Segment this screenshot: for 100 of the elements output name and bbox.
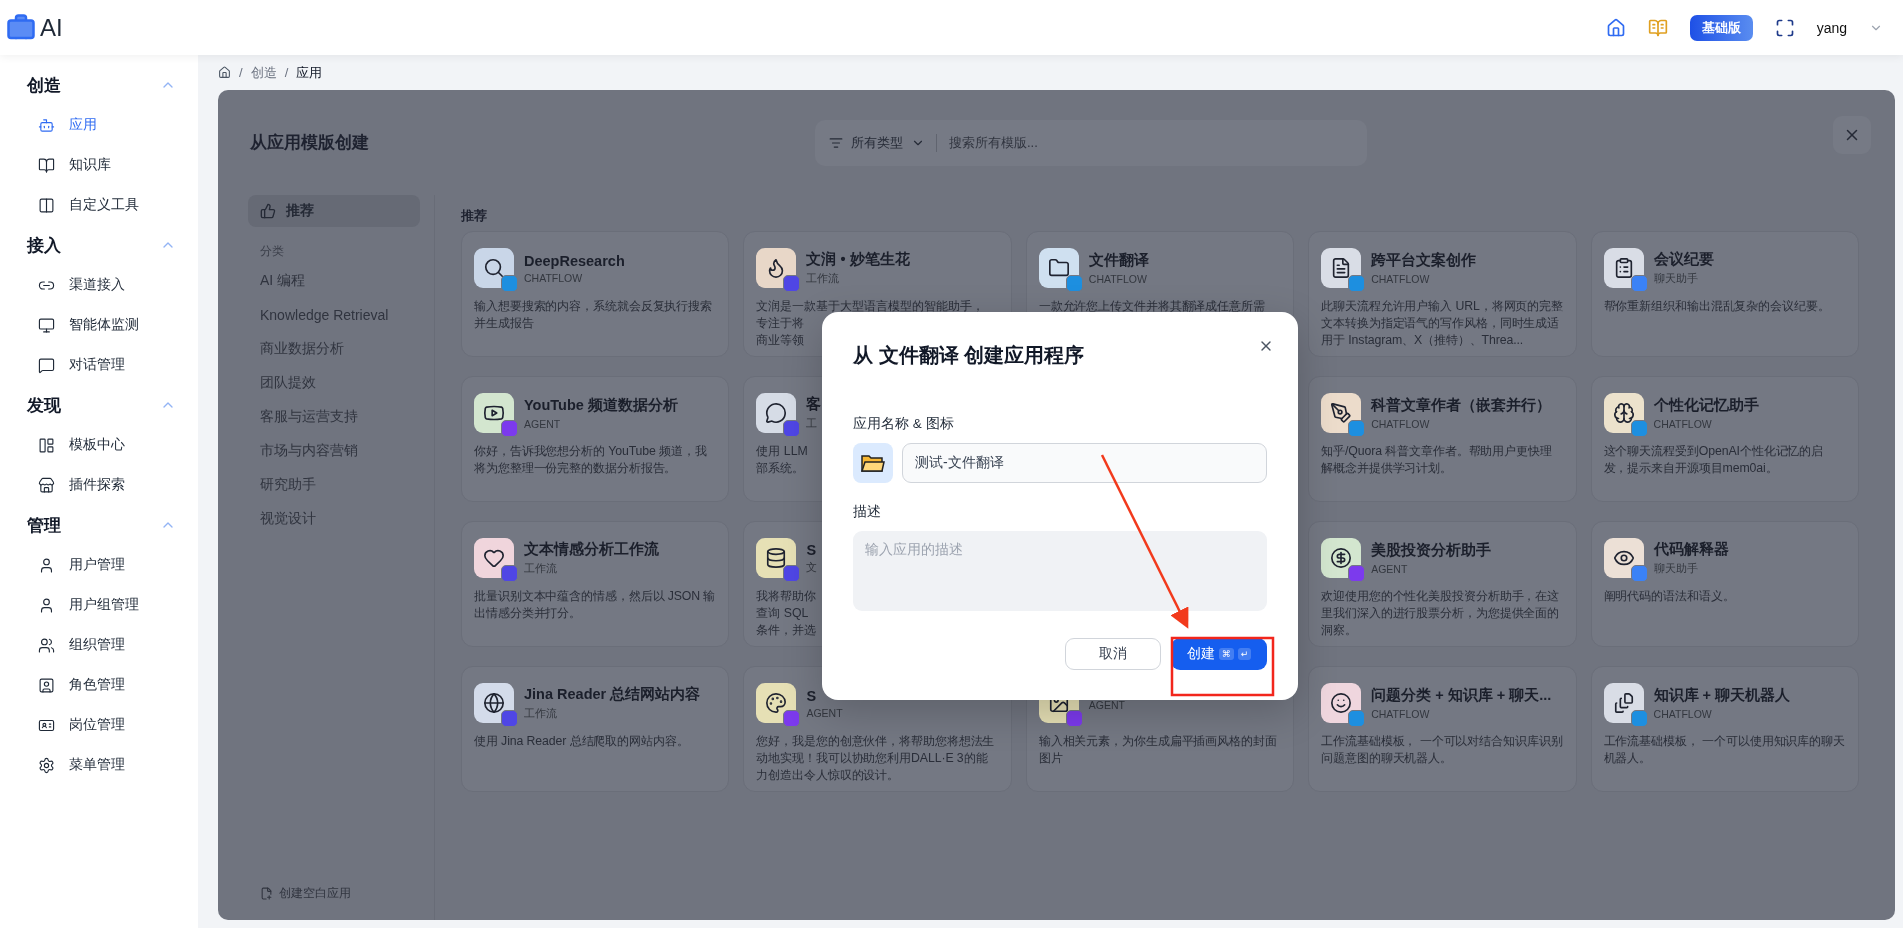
template-description: 专注于将: [756, 315, 805, 332]
template-card[interactable]: 会议纪要 聊天助手 帮你重新组织和输出混乱复杂的会议纪要。: [1590, 231, 1859, 357]
template-title: 知识库 + 聊天机器人: [1653, 686, 1791, 705]
folder-icon[interactable]: [853, 443, 893, 483]
template-card[interactable]: DeepResearch CHATFLOW 输入想要搜索的内容，系统就会反复执行搜索并生成报告: [461, 231, 730, 357]
template-description: 知乎/Quora 科普文章作者。帮助用户更快理解概念并提供学习计划。: [1321, 443, 1553, 477]
create-blank-link[interactable]: 创建空白应用: [248, 885, 420, 902]
app-name-field[interactable]: 测试-文件翻译: [902, 443, 1267, 483]
sidebar-item-label: 应用: [69, 116, 97, 134]
section-heading: 推荐: [461, 207, 488, 225]
sidebar-item[interactable]: 应用: [0, 105, 198, 145]
breadcrumb-separator: /: [239, 65, 243, 80]
cancel-button[interactable]: 取消: [1065, 638, 1161, 670]
template-description: 使用 Jina Reader 总结爬取的网站内容。: [474, 733, 690, 750]
template-card[interactable]: YouTube 频道数据分析 AGENT 你好，告诉我您想分析的 YouTube 频道，我将为您整理一份完整的数据分析报告。: [461, 376, 730, 502]
sidebar-item[interactable]: 自定义工具: [0, 185, 198, 225]
template-description: 您好，我是您的创意伙伴，将帮助您将想法生动地实现！我可以协助您利用DALL·E 3的能力创造出令人惊叹的设计。: [756, 733, 996, 784]
sidebar-item-label: 插件探索: [69, 476, 125, 494]
home-icon[interactable]: [1605, 17, 1626, 38]
sidebar-item-label: 用户管理: [69, 556, 125, 574]
template-title: 会议纪要: [1653, 250, 1714, 269]
template-title: 美股投资分析助手: [1371, 541, 1492, 560]
template-description: 阐明代码的语法和语义。: [1603, 588, 1736, 605]
sidebar-item[interactable]: 智能体监测: [0, 305, 198, 345]
template-title: S: [806, 687, 818, 704]
layout-icon: [38, 436, 55, 454]
template-description: 此聊天流程允许用户输入 URL，将网页的完整文本转换为指定语气的写作风格，同时生成适用于 Instagram、X（推特）、Threa...: [1321, 298, 1564, 349]
search-field[interactable]: 搜索所有模版...: [937, 119, 1367, 166]
template-title: 个性化记忆助手: [1653, 396, 1759, 415]
sidebar-item[interactable]: 知识库: [0, 145, 198, 185]
category-item[interactable]: 团队提效: [248, 366, 420, 400]
settings-icon: [38, 756, 55, 774]
template-card[interactable]: 代码解释器 聊天助手 阐明代码的语法和语义。: [1590, 521, 1859, 647]
sidebar-item[interactable]: 岗位管理: [0, 705, 198, 745]
template-title: YouTube 频道数据分析: [524, 396, 678, 415]
template-card[interactable]: 科普文章作者（嵌套并行） CHATFLOW 知乎/Quora 科普文章作者。帮助用户更快理解概念并提供学习计划。: [1308, 376, 1577, 502]
template-title: S: [806, 541, 818, 558]
user-name[interactable]: yang: [1816, 19, 1847, 36]
template-title: 代码解释器: [1653, 540, 1729, 559]
sidebar-item[interactable]: 渠道接入: [0, 265, 198, 305]
template-description: 输入相关元素，为你生成扁平插画风格的封面图片: [1038, 733, 1278, 767]
user-card-icon: [38, 676, 55, 694]
field-label: 描述: [853, 503, 882, 521]
category-item[interactable]: 研究助手: [248, 468, 420, 502]
template-card[interactable]: 美股投资分析助手 AGENT 欢迎使用您的个性化美股投资分析助手，在这里我们深入的进行股票分析，为您提供全面的洞察。: [1308, 521, 1577, 647]
create-button[interactable]: 创建 ⌘ ↵: [1171, 638, 1267, 670]
section-title: 管理: [27, 514, 61, 537]
category-item[interactable]: Knowledge Retrieval: [248, 298, 420, 332]
template-title: 科普文章作者（嵌套并行）: [1371, 396, 1552, 415]
category-item[interactable]: 市场与内容营销: [248, 434, 420, 468]
user-icon: [38, 556, 55, 574]
template-description: 你好，告诉我您想分析的 YouTube 频道，我将为您整理一份完整的数据分析报告。: [474, 443, 708, 477]
chat-icon: [38, 356, 55, 374]
sidebar-item[interactable]: 用户组管理: [0, 585, 198, 625]
category-item[interactable]: AI 编程: [248, 264, 420, 298]
sidebar-item[interactable]: 模板中心: [0, 425, 198, 465]
breadcrumb-link[interactable]: 创造: [250, 63, 277, 82]
sidebar-item[interactable]: 用户管理: [0, 545, 198, 585]
logo-text: AI: [40, 13, 63, 42]
template-type: CHATFLOW: [1371, 418, 1431, 430]
sidebar-item-label: 角色管理: [69, 676, 125, 694]
description-field[interactable]: 输入应用的描述: [853, 531, 1267, 611]
home-icon[interactable]: [218, 66, 231, 79]
monitor-icon: [38, 316, 55, 334]
template-card[interactable]: 问题分类 + 知识库 + 聊天... CHATFLOW 工作流基础模板， 一个可以对结合知识库识别问题意图的聊天机器人。: [1308, 666, 1577, 792]
template-card[interactable]: 个性化记忆助手 CHATFLOW 这个聊天流程受到OpenAI个性化记忆的启发，提示来自开源项目mem0ai。: [1590, 376, 1859, 502]
template-description: 条件，并选: [756, 622, 817, 639]
type-filter[interactable]: 所有类型: [815, 119, 937, 166]
sidebar-item-label: 用户组管理: [69, 596, 139, 614]
template-description: 查询 SQL: [756, 605, 809, 622]
panel-title: 从应用模版创建: [250, 132, 370, 154]
sidebar-item[interactable]: 对话管理: [0, 345, 198, 385]
sidebar-item-label: 组织管理: [69, 636, 125, 654]
template-type: CHATFLOW: [1653, 418, 1713, 430]
plan-badge[interactable]: 基础版: [1689, 14, 1753, 41]
template-description: 输入想要搜索的内容，系统就会反复执行搜索并生成报告: [474, 298, 713, 332]
book-icon[interactable]: [1647, 17, 1668, 38]
template-type: AGENT: [806, 706, 843, 719]
template-type: CHATFLOW: [1371, 273, 1431, 285]
category-item[interactable]: 视觉设计: [248, 502, 420, 536]
template-card[interactable]: 知识库 + 聊天机器人 CHATFLOW 工作流基础模板， 一个可以使用知识库的聊天机器人。: [1590, 666, 1859, 792]
template-description: 部系统。: [756, 460, 805, 477]
category-item[interactable]: 客服与运营支持: [248, 400, 420, 434]
category-item[interactable]: 商业数据分析: [248, 332, 420, 366]
fullscreen-icon[interactable]: [1774, 17, 1795, 38]
toolbox-icon: [38, 196, 55, 214]
template-title: DeepResearch: [524, 252, 625, 269]
store-icon: [38, 476, 55, 494]
template-card[interactable]: 跨平台文案创作 CHATFLOW 此聊天流程允许用户输入 URL，将网页的完整文本转换为指定语气的写作风格，同时生成适用于 Instagram、X（推特）、Threa...: [1308, 231, 1577, 357]
sidebar-item[interactable]: 插件探索: [0, 465, 198, 505]
template-description: 帮你重新组织和输出混乱复杂的会议纪要。: [1603, 298, 1831, 315]
template-description: 这个聊天流程受到OpenAI个性化记忆的启发，提示来自开源项目mem0ai。: [1603, 443, 1825, 477]
template-description: 工作流基础模板， 一个可以对结合知识库识别问题意图的聊天机器人。: [1321, 733, 1564, 767]
template-type: 聊天助手: [1653, 272, 1699, 286]
sidebar-item[interactable]: 菜单管理: [0, 745, 198, 785]
sidebar-item[interactable]: 角色管理: [0, 665, 198, 705]
category-tab[interactable]: 推荐: [248, 195, 420, 227]
breadcrumb-link[interactable]: 应用: [296, 63, 323, 82]
template-description: 工作流基础模板， 一个可以使用知识库的聊天机器人。: [1603, 733, 1846, 767]
sidebar-item[interactable]: 组织管理: [0, 625, 198, 665]
